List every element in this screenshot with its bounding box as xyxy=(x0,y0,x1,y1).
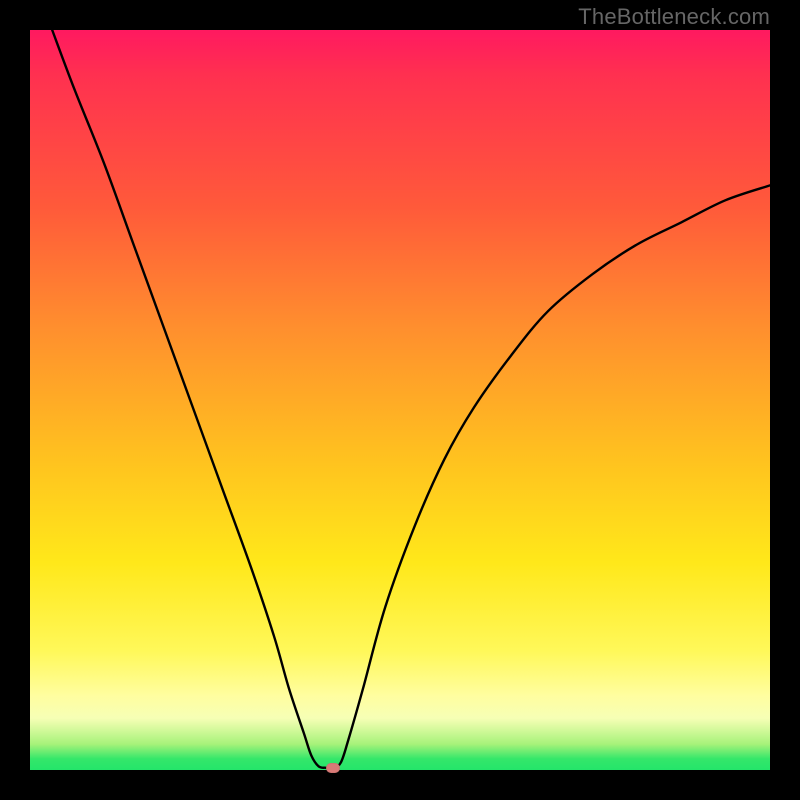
plot-area xyxy=(30,30,770,770)
watermark-text: TheBottleneck.com xyxy=(578,4,770,30)
bottleneck-curve xyxy=(30,30,770,770)
chart-frame: TheBottleneck.com xyxy=(0,0,800,800)
minimum-marker xyxy=(326,763,340,773)
